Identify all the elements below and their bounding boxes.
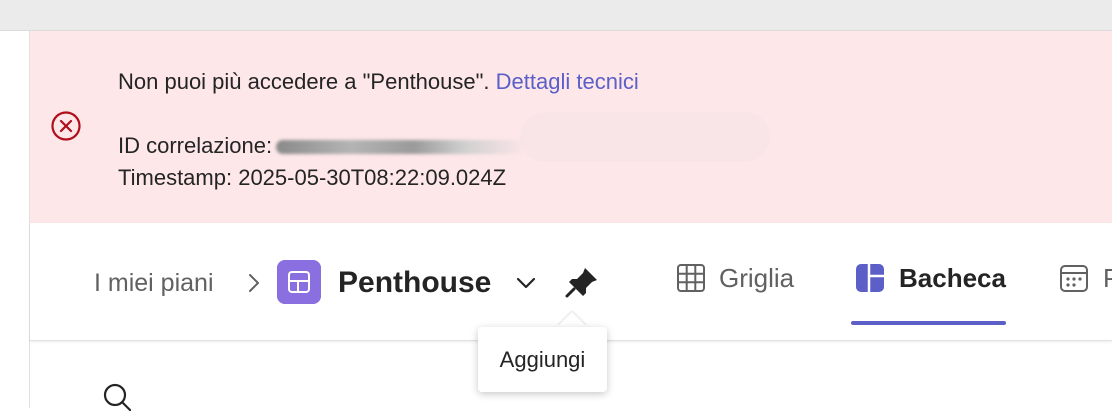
correlation-id-line: ID correlazione: (118, 132, 527, 160)
plan-icon (277, 260, 321, 304)
timestamp: Timestamp: 2025-05-30T08:22:09.024Z (118, 165, 507, 190)
error-message-line: Non puoi più accedere a "Penthouse". Det… (118, 68, 639, 96)
board-icon[interactable] (855, 263, 885, 293)
pin-icon[interactable] (564, 265, 600, 299)
grid-icon[interactable] (676, 263, 706, 293)
tab-grid[interactable]: Griglia (719, 262, 794, 298)
pin-tooltip: Aggiungi (478, 327, 607, 392)
breadcrumb-my-plans[interactable]: I miei piani (94, 267, 214, 299)
calendar-icon[interactable] (1059, 263, 1089, 293)
tab-board[interactable]: Bacheca (899, 262, 1006, 298)
tooltip-text: Aggiungi (499, 347, 586, 372)
chevron-right-icon (249, 274, 259, 292)
search-icon[interactable] (101, 381, 133, 413)
error-message: Non puoi più accedere a "Penthouse". (118, 69, 490, 94)
chevron-down-icon[interactable] (514, 272, 538, 294)
redacted-correlation-id (276, 140, 527, 155)
redaction-blur (520, 112, 770, 162)
selected-tab-indicator (851, 321, 1006, 325)
tab-schedule[interactable]: P (1103, 262, 1112, 298)
error-circle-icon (51, 111, 81, 141)
top-bar (0, 0, 1112, 31)
left-rail (0, 31, 30, 408)
plan-title[interactable]: Penthouse (338, 265, 491, 301)
correlation-label: ID correlazione: (118, 133, 273, 158)
technical-details-link[interactable]: Dettagli tecnici (496, 69, 639, 94)
